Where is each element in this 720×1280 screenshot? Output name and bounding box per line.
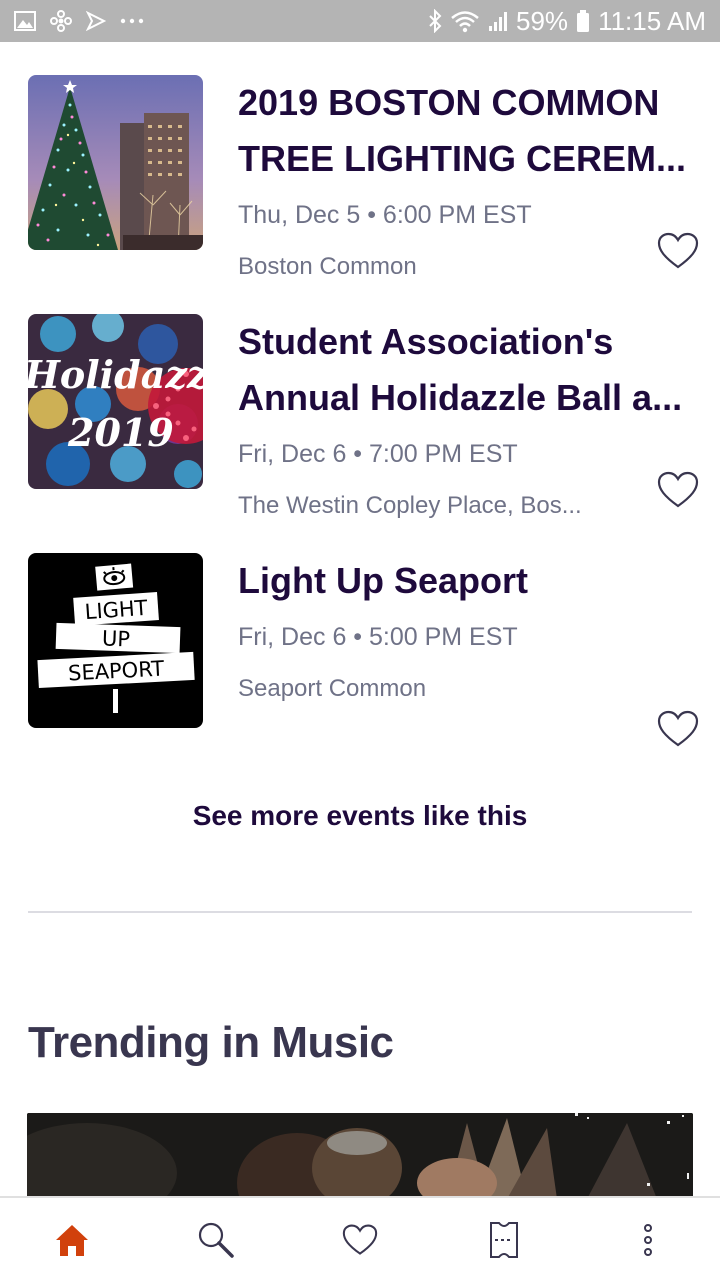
event-venue: The Westin Copley Place, Bos... (238, 492, 582, 519)
favorite-heart-icon[interactable] (656, 709, 700, 749)
nav-search-icon[interactable] (194, 1218, 238, 1262)
event-venue: Boston Common (238, 253, 417, 280)
fan-icon (50, 10, 72, 32)
nav-more-vertical-icon[interactable] (626, 1218, 670, 1262)
trending-event-image (27, 1113, 693, 1199)
event-title-line-2: TREE LIGHTING CEREM... (238, 138, 687, 179)
bluetooth-icon (428, 9, 442, 33)
send-icon (86, 11, 106, 31)
event-date: Fri, Dec 6 • 5:00 PM EST (238, 623, 518, 651)
event-title[interactable]: Light Up Seaport (238, 553, 690, 609)
event-title-line-2: Annual Holidazzle Ball a... (238, 377, 683, 418)
favorite-heart-icon[interactable] (656, 470, 700, 510)
battery-percent: 59% (516, 5, 569, 36)
seaport-image-text-seaport: SEAPORT (68, 656, 165, 685)
event-image-light-up-seaport: LIGHT UP SEAPORT (28, 553, 203, 728)
nav-tickets-icon[interactable] (482, 1218, 526, 1262)
more-dots-icon (120, 17, 144, 25)
seaport-image-text-light: LIGHT (84, 596, 148, 624)
clock-time: 11:15 AM (598, 5, 706, 36)
event-card-light-up-seaport[interactable]: LIGHT UP SEAPORT Light Up Seaport Fri, D… (0, 553, 720, 753)
section-divider (28, 911, 692, 913)
event-title[interactable]: 2019 BOSTON COMMON TREE LIGHTING CEREM..… (238, 75, 690, 187)
status-right: 59% 11:15 AM (428, 6, 706, 37)
bottom-navigation (0, 1196, 720, 1280)
event-date: Fri, Dec 6 • 7:00 PM EST (238, 440, 518, 468)
gallery-icon (14, 11, 36, 31)
seaport-image-text-up: UP (102, 626, 131, 651)
event-card-holidazzle[interactable]: Holidazzle 2019 Student Association's An… (0, 314, 720, 519)
status-bar: 59% 11:15 AM (0, 0, 720, 42)
holidazzle-image-year: 2019 (67, 410, 174, 455)
signal-icon (488, 10, 508, 32)
event-title-line-1: Light Up Seaport (238, 560, 528, 601)
status-left-icons (14, 10, 144, 32)
event-card-tree-lighting[interactable]: 2019 BOSTON COMMON TREE LIGHTING CEREM..… (0, 75, 720, 280)
see-more-events-link[interactable]: See more events like this (0, 800, 720, 832)
holidazzle-image-text: Holidazzle (28, 352, 203, 397)
event-image-holidazzle: Holidazzle 2019 (28, 314, 203, 489)
event-title[interactable]: Student Association's Annual Holidazzle … (238, 314, 690, 426)
trending-section-title: Trending in Music (28, 1018, 394, 1067)
event-title-line-1: 2019 BOSTON COMMON (238, 82, 660, 123)
nav-likes-heart-icon[interactable] (338, 1218, 382, 1262)
nav-home-icon[interactable] (50, 1218, 94, 1262)
event-title-line-1: Student Association's (238, 321, 614, 362)
event-date: Thu, Dec 5 • 6:00 PM EST (238, 201, 532, 229)
battery-icon (576, 9, 590, 33)
favorite-heart-icon[interactable] (656, 231, 700, 271)
event-image-tree-lighting (28, 75, 203, 250)
trending-event-card[interactable] (27, 1113, 693, 1199)
event-venue: Seaport Common (238, 675, 427, 702)
wifi-icon (450, 9, 480, 33)
